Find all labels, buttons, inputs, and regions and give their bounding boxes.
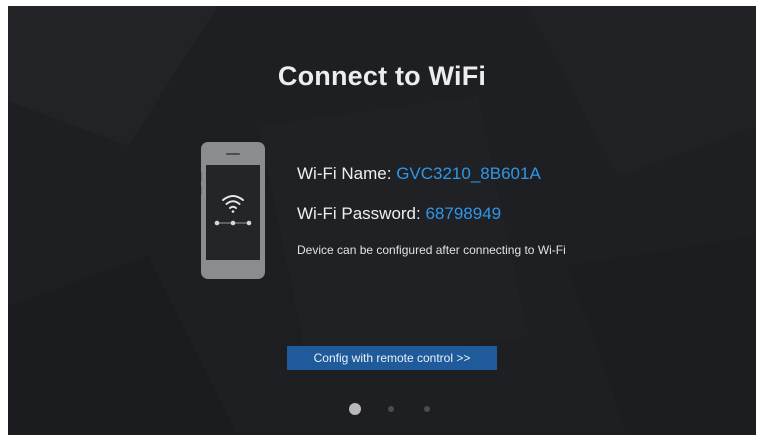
wifi-setup-screen: Connect to WiFi Wi-Fi Name: GVC3210_8B60… — [8, 6, 756, 435]
page-dot — [424, 406, 430, 412]
page-dot — [388, 406, 394, 412]
connection-hint: Device can be configured after connectin… — [297, 243, 566, 257]
wifi-name-value: GVC3210_8B601A — [396, 164, 541, 183]
wifi-password-label: Wi-Fi Password: — [297, 204, 421, 223]
wifi-password-row: Wi-Fi Password: 68798949 — [297, 204, 501, 224]
page-dot-active — [349, 403, 361, 415]
page-indicator — [8, 403, 756, 417]
wifi-name-row: Wi-Fi Name: GVC3210_8B601A — [297, 164, 541, 184]
config-with-remote-button[interactable]: Config with remote control >> — [287, 346, 497, 370]
wifi-name-label: Wi-Fi Name: — [297, 164, 392, 183]
wifi-password-value: 68798949 — [425, 204, 502, 223]
smartphone-icon — [201, 142, 265, 279]
page-title: Connect to WiFi — [277, 61, 487, 91]
